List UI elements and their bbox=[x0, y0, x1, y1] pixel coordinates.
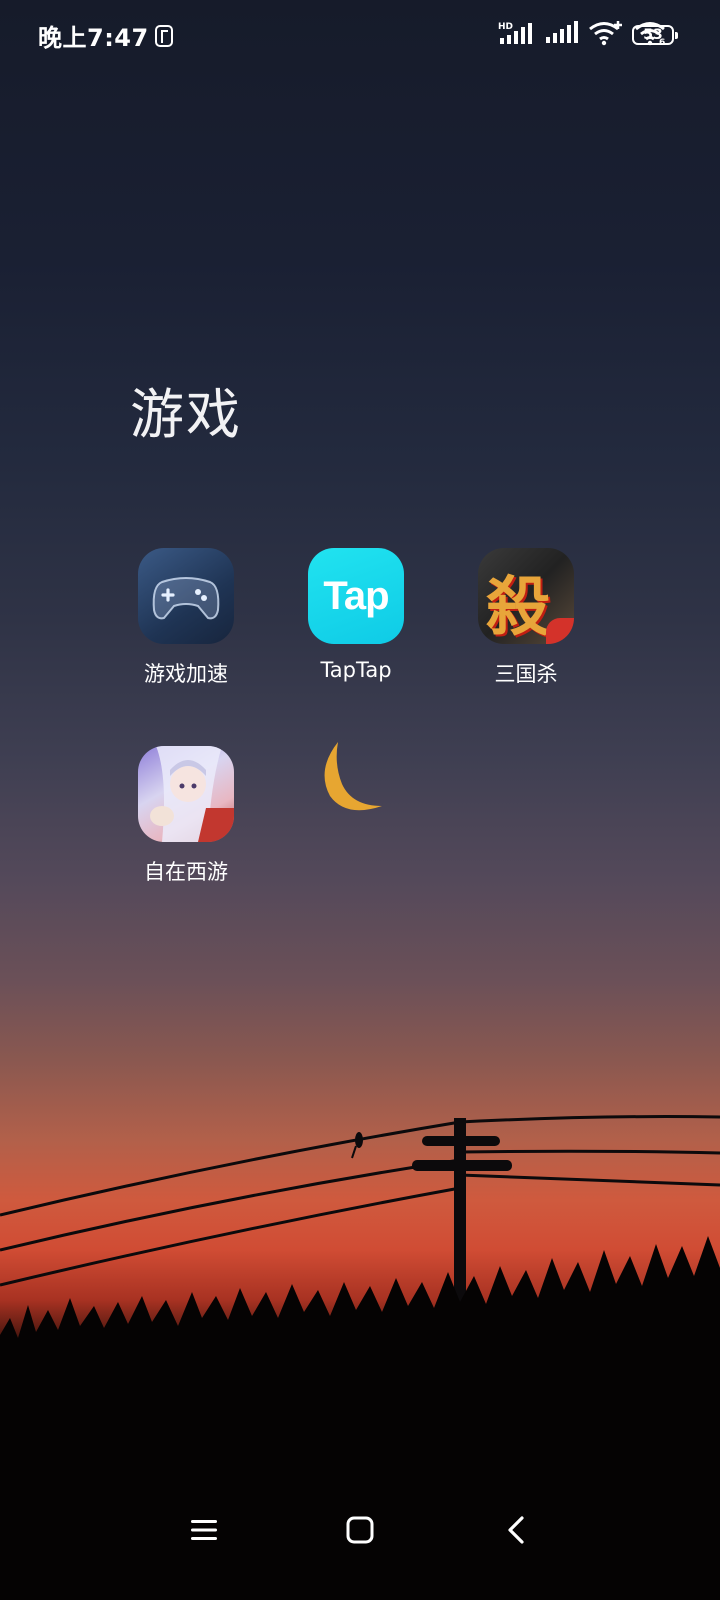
app-label: 自在西游 bbox=[144, 860, 228, 884]
signal-icon bbox=[546, 21, 578, 43]
sanguosha-icon[interactable]: 殺 bbox=[478, 548, 574, 644]
back-icon bbox=[508, 1516, 524, 1544]
app-game-boost[interactable]: 游戏加速 bbox=[126, 548, 246, 688]
taptap-icon[interactable]: Tap bbox=[308, 548, 404, 644]
nfc-icon bbox=[154, 24, 173, 47]
menu-icon bbox=[191, 1520, 217, 1540]
battery-level: 53 bbox=[643, 27, 663, 43]
app-label: 游戏加速 bbox=[144, 662, 228, 686]
home-screen: 晚上7:47 HD 6 53 游戏 游戏加速 Tap TapTap 殺 三国杀 … bbox=[0, 0, 720, 1600]
battery-icon: 53 bbox=[632, 25, 678, 45]
corner-badge bbox=[546, 618, 574, 644]
app-taptap[interactable]: Tap TapTap bbox=[296, 548, 416, 682]
home-icon bbox=[346, 1516, 374, 1544]
back-button[interactable] bbox=[476, 1490, 556, 1570]
svg-text:HD: HD bbox=[498, 22, 513, 32]
navigation-bar bbox=[0, 1490, 720, 1570]
app-label: 三国杀 bbox=[494, 662, 558, 686]
app-sanguosha[interactable]: 殺 三国杀 bbox=[466, 548, 586, 688]
taptap-icon-text: Tap bbox=[323, 573, 389, 618]
app-label: TapTap bbox=[320, 658, 392, 682]
app-zizaixiyou[interactable]: 自在西游 bbox=[126, 746, 246, 886]
clock: 晚上7:47 bbox=[38, 24, 149, 52]
hd-signal-icon: HD bbox=[498, 22, 532, 44]
zizaixiyou-icon[interactable] bbox=[138, 746, 234, 842]
moon-icon bbox=[324, 742, 382, 811]
sanguosha-glyph: 殺 bbox=[486, 570, 550, 644]
clock-group: 晚上7:47 bbox=[38, 18, 173, 53]
home-button[interactable] bbox=[320, 1490, 400, 1570]
gamepad-icon[interactable] bbox=[138, 548, 234, 644]
folder-title[interactable]: 游戏 bbox=[130, 370, 242, 449]
menu-button[interactable] bbox=[164, 1490, 244, 1570]
wifi-plus-icon bbox=[589, 21, 622, 46]
status-bar: 晚上7:47 HD 6 53 bbox=[0, 0, 720, 70]
